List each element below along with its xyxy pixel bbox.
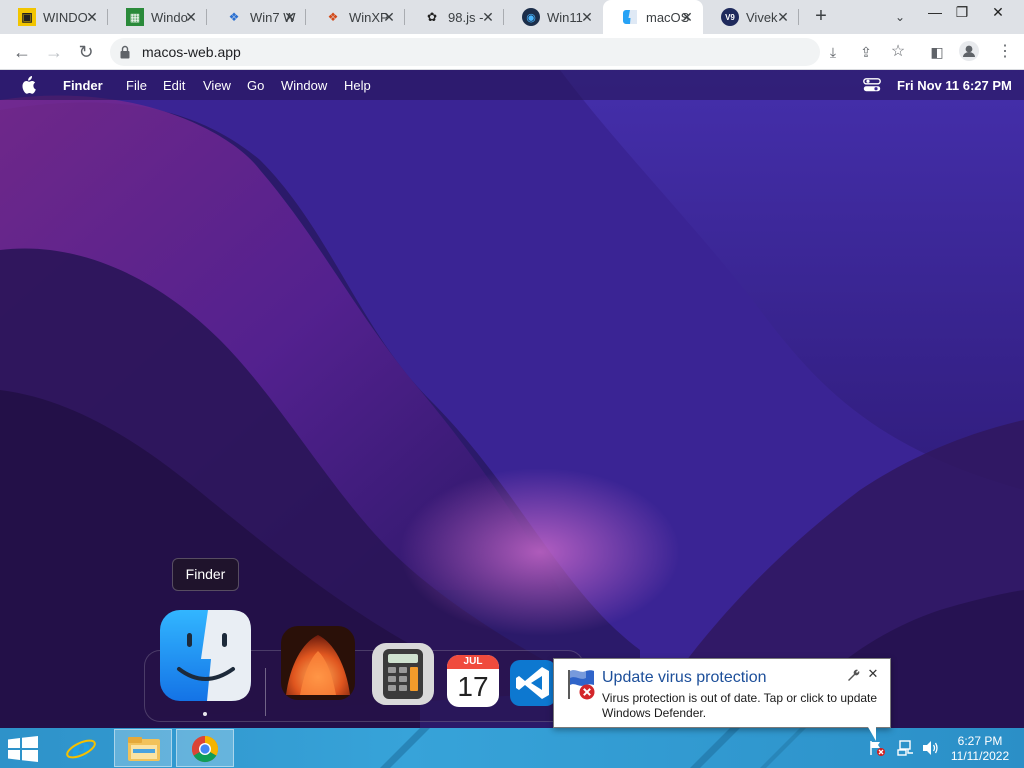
calendar-month: JUL [447,655,499,669]
tab-close-icon[interactable]: ✕ [679,9,695,25]
svg-text:e: e [71,733,90,763]
win11-icon: ◉ [522,8,540,26]
wrench-settings-icon[interactable] [846,668,860,682]
windows-defender-notification[interactable]: Update virus protection Virus protection… [553,658,891,728]
menu-edit[interactable]: Edit [163,78,185,93]
install-download-icon[interactable]: ⤓ [822,41,844,63]
notification-body: Virus protection is out of date. Tap or … [602,691,878,720]
tab-close-icon[interactable]: ✕ [775,9,791,25]
notification-close-icon[interactable]: ✕ [866,667,880,681]
apple-logo-icon[interactable] [20,76,36,94]
notification-title: Update virus protection [602,669,767,686]
folder-icon [128,737,160,761]
bookmark-star-icon[interactable]: ☆ [887,41,909,63]
dock-separator [265,668,266,716]
menu-view[interactable]: View [203,78,231,93]
98js-icon: ✿ [426,10,438,24]
tab-close-icon[interactable]: ✕ [579,9,595,25]
menu-file[interactable]: File [126,78,147,93]
win7-icon: ❖ [228,10,240,24]
tab-separator [798,9,799,25]
tab-close-icon[interactable]: ✕ [282,9,298,25]
taskbar-clock[interactable]: 6:27 PM 11/11/2022 [946,734,1014,764]
windows-icon: ▦ [126,8,144,26]
address-bar[interactable]: macos-web.app [110,38,820,66]
calculator-dock-icon[interactable] [371,642,435,706]
forward-arrow-icon[interactable]: → [42,40,66,64]
v9-icon: V9 [721,8,739,26]
macos-menu-bar: Finder File Edit View Go Window Help Fri… [0,70,1024,100]
tab-search-chevron-icon[interactable]: ⌄ [890,7,910,27]
dock-tooltip: Finder [172,558,239,591]
close-window-button[interactable]: ✕ [985,2,1011,22]
macos-desktop: Finder File Edit View Go Window Help Fri… [0,70,1024,728]
internet-explorer-icon: e [66,733,96,763]
internet-explorer-taskbar-button[interactable]: e [52,729,110,767]
chrome-icon [191,735,219,763]
menu-bar-clock[interactable]: Fri Nov 11 6:27 PM [897,78,1012,93]
menu-window[interactable]: Window [281,78,327,93]
windows93-icon: ▣ [18,8,36,26]
network-icon[interactable] [897,740,915,756]
profile-avatar-icon[interactable] [958,41,980,63]
finder-dock-icon[interactable] [159,609,252,702]
restore-window-button[interactable]: ❐ [949,2,975,22]
file-explorer-taskbar-button[interactable] [114,729,172,767]
browser-tab-strip: ▣ WINDO ✕ ▦ Windo ✕ ❖ Win7 W ✕ ❖ WinXP ✕… [0,0,1024,34]
reload-icon[interactable]: ↻ [74,40,98,64]
menu-help[interactable]: Help [344,78,371,93]
tab-close-icon[interactable]: ✕ [480,9,496,25]
menu-go[interactable]: Go [247,78,264,93]
more-menu-icon[interactable]: ⋮ [994,41,1016,63]
tab-close-icon[interactable]: ✕ [84,9,100,25]
url-text: macos-web.app [142,44,241,60]
share-icon[interactable]: ⇪ [855,41,877,63]
tab-close-icon[interactable]: ✕ [381,9,397,25]
chrome-taskbar-button[interactable] [176,729,234,767]
browser-tab[interactable]: V9 Vivek ✕ [703,0,799,34]
browser-tab[interactable]: ▦ Windo ✕ [108,0,207,34]
winxp-icon: ❖ [327,10,339,24]
browser-tab[interactable]: ◉ Win11 ✕ [504,0,603,34]
minimize-window-button[interactable]: — [922,2,948,22]
taskbar-time: 6:27 PM [957,734,1003,748]
browser-tab[interactable]: ❖ Win7 W ✕ [207,0,306,34]
tab-close-icon[interactable]: ✕ [183,9,199,25]
calendar-dock-icon[interactable]: JUL 17 [447,655,499,707]
lock-icon [120,45,130,59]
vscode-dock-icon[interactable] [509,659,557,707]
back-arrow-icon[interactable]: ← [10,40,34,64]
tab-title: WINDO [43,9,88,25]
browser-toolbar: ← → ↻ macos-web.app ⤓ ⇪ ☆ ◧ ⋮ [0,34,1024,70]
browser-tab-active[interactable]: macOS ✕ [603,0,703,34]
finder-running-indicator [203,712,207,716]
browser-tab[interactable]: ❖ WinXP ✕ [306,0,405,34]
control-center-icon[interactable] [863,78,881,92]
wallpaper-app-dock-icon[interactable] [280,625,356,701]
volume-icon[interactable] [921,740,939,756]
side-panel-icon[interactable]: ◧ [926,41,948,63]
action-center-flag-icon[interactable] [868,740,886,756]
taskbar-date: 11/11/2022 [950,749,1010,763]
browser-tab[interactable]: ✿ 98.js - ✕ [405,0,504,34]
browser-tab[interactable]: ▣ WINDO ✕ [0,0,108,34]
finder-icon [621,8,639,26]
windows-start-button[interactable] [8,736,38,762]
menu-app-name[interactable]: Finder [63,78,103,93]
new-tab-button[interactable]: + [810,5,832,27]
notification-callout-tail [868,727,876,741]
defender-flag-warning-icon [568,670,595,700]
monterey-wallpaper [0,70,1024,728]
calendar-day: 17 [457,671,489,702]
